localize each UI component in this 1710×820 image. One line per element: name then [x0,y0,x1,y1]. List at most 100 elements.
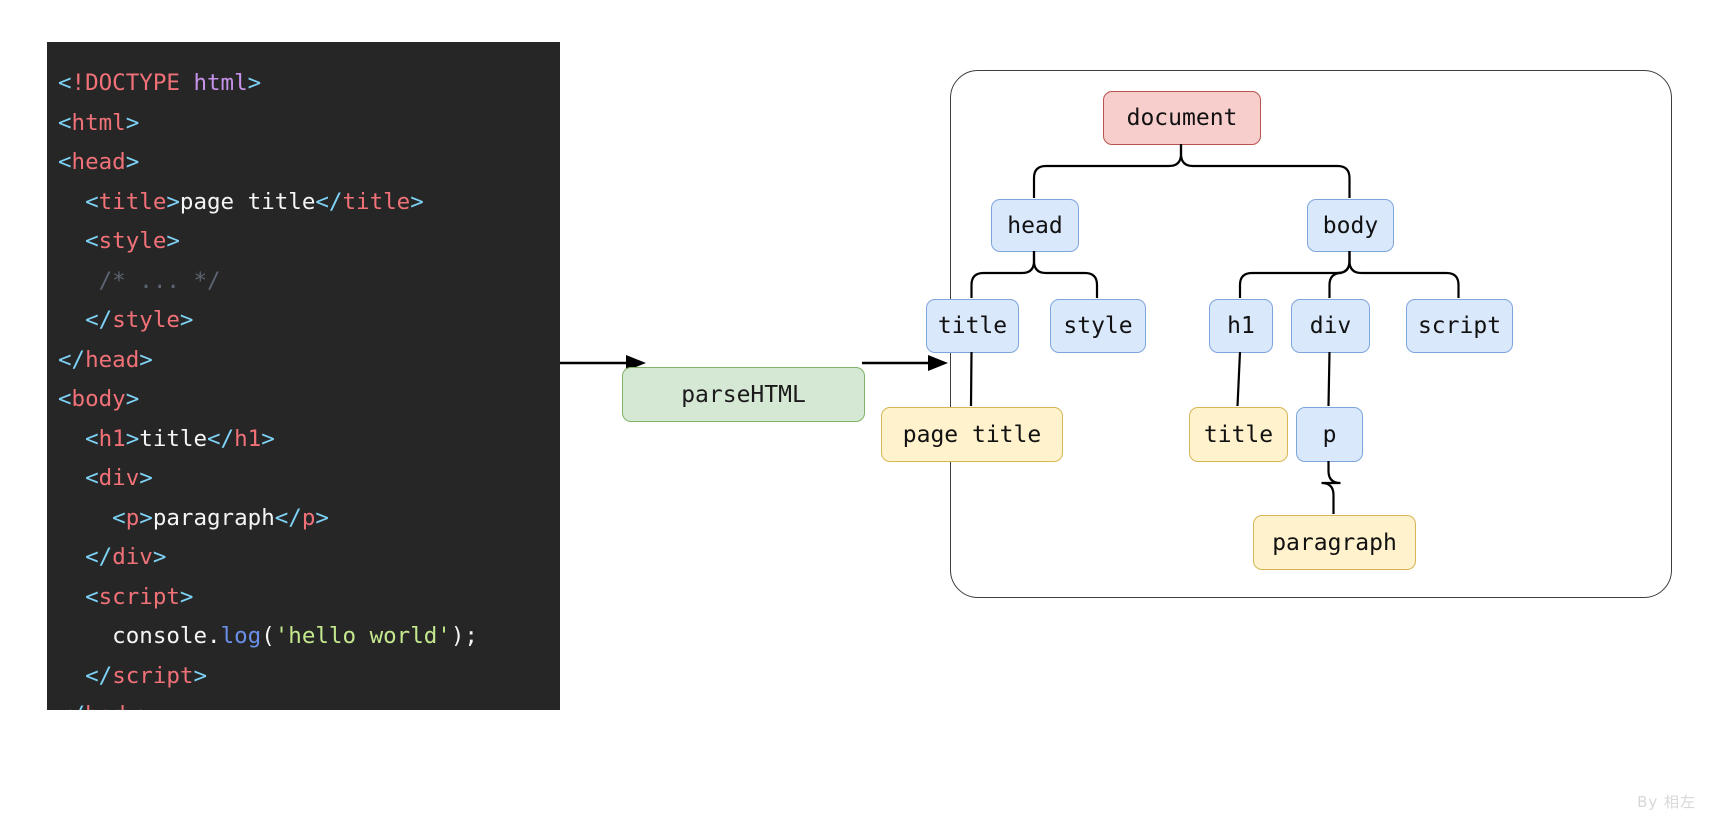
code-token: </ [207,425,235,452]
code-token: > [139,465,153,491]
code-token: body [85,702,139,710]
code-token: > [125,149,140,175]
tree-node-title: title [926,299,1019,353]
code-line: </style> [47,301,560,341]
code-token: script [98,583,180,610]
code-token: > [166,188,180,215]
code-token: 'hello world' [274,623,451,649]
code-token: > [152,544,167,570]
tree-node-label: title [1203,421,1274,448]
code-token: < [58,465,99,491]
code-token: < [58,149,72,175]
tree-node-document: document [1103,91,1261,145]
code-token: title [342,188,411,215]
code-line: </head> [47,341,560,381]
code-token: head [71,149,126,175]
code-line: <!DOCTYPE html> [47,64,560,104]
code-token: < [58,109,72,136]
code-token: > [125,109,140,136]
code-line: <div> [47,459,560,499]
code-token: < [58,70,72,96]
code-token: title [98,188,167,215]
tree-node-h1: h1 [1209,299,1273,353]
tree-node-p: p [1296,407,1363,462]
code-line: <p>paragraph</p> [47,499,560,539]
code-line: <style> [47,222,560,262]
code-line: <body> [47,380,560,420]
tree-node-label: p [1322,421,1337,448]
code-token: </ [58,662,113,689]
code-line: <head> [47,143,560,183]
code-token: > [193,662,208,689]
code-token: log [220,623,262,649]
code-line: /* ... */ [47,262,560,302]
tree-node-script: script [1406,299,1513,353]
tree-node-t-title: title [1189,407,1288,462]
dom-tree-container: document head body title style h1 div script pag… [881,70,1672,598]
tree-node-style: style [1050,299,1146,353]
code-line: </script> [47,657,560,697]
tree-node-t-page: page title [881,407,1063,462]
code-token: !DOCTYPE [71,70,194,96]
code-token: title [139,425,208,452]
code-token: p [125,504,140,531]
code-token: script [112,662,194,689]
code-token: console [58,623,208,649]
code-token: . [207,623,221,649]
code-token: > [410,188,424,215]
code-token: < [58,188,99,215]
tree-node-body: body [1307,199,1394,252]
code-token: < [58,228,99,254]
code-token: </ [315,188,343,215]
code-token: h1 [98,425,126,452]
code-token: > [315,504,329,531]
code-token: < [58,504,126,531]
code-token: ( [261,623,275,649]
code-line: </body> [47,696,560,710]
tree-node-label: body [1322,212,1379,239]
tree-node-label: div [1309,313,1352,339]
code-token: page title [179,188,316,215]
code-token: > [179,583,194,610]
code-token: body [71,386,126,412]
tree-node-div: div [1291,299,1370,353]
code-token: html [193,70,248,96]
code-token: > [139,702,153,710]
code-token: /* ... */ [58,267,221,294]
tree-node-t-para: paragraph [1253,515,1416,570]
tree-node-label: title [937,313,1008,339]
code-token: </ [58,346,86,373]
code-token: < [58,386,72,412]
tree-node-label: h1 [1227,313,1255,339]
code-token: html [71,109,126,136]
code-token: > [179,307,194,333]
code-token: > [261,425,275,452]
code-token: </ [58,307,113,333]
code-token: > [125,425,140,452]
code-token: div [112,544,153,570]
html-source-code-panel: <!DOCTYPE html> <html> <head> <title>page … [47,42,560,710]
code-token: div [98,465,140,491]
code-line: <title>page title</title> [47,183,560,223]
tree-node-label: paragraph [1272,529,1397,556]
code-line: console.log('hello world'); [47,617,560,657]
code-token: < [58,425,99,452]
code-token: </ [58,702,85,710]
code-token: p [301,504,316,531]
code-token: > [125,386,140,412]
code-token: > [139,504,153,531]
code-line: </div> [47,538,560,578]
tree-node-label: script [1417,313,1502,339]
code-token: > [166,228,180,254]
code-token: h1 [234,425,262,452]
code-token: > [247,70,262,96]
code-token: > [139,346,153,373]
code-token: </ [274,504,302,531]
tree-node-label: style [1063,313,1133,339]
tree-node-label: document [1126,105,1238,131]
code-token: </ [58,544,113,570]
code-token: < [58,583,99,610]
tree-node-head: head [991,199,1079,252]
tree-node-label: page title [902,421,1042,448]
parsehtml-process-box: parseHTML [622,367,865,422]
